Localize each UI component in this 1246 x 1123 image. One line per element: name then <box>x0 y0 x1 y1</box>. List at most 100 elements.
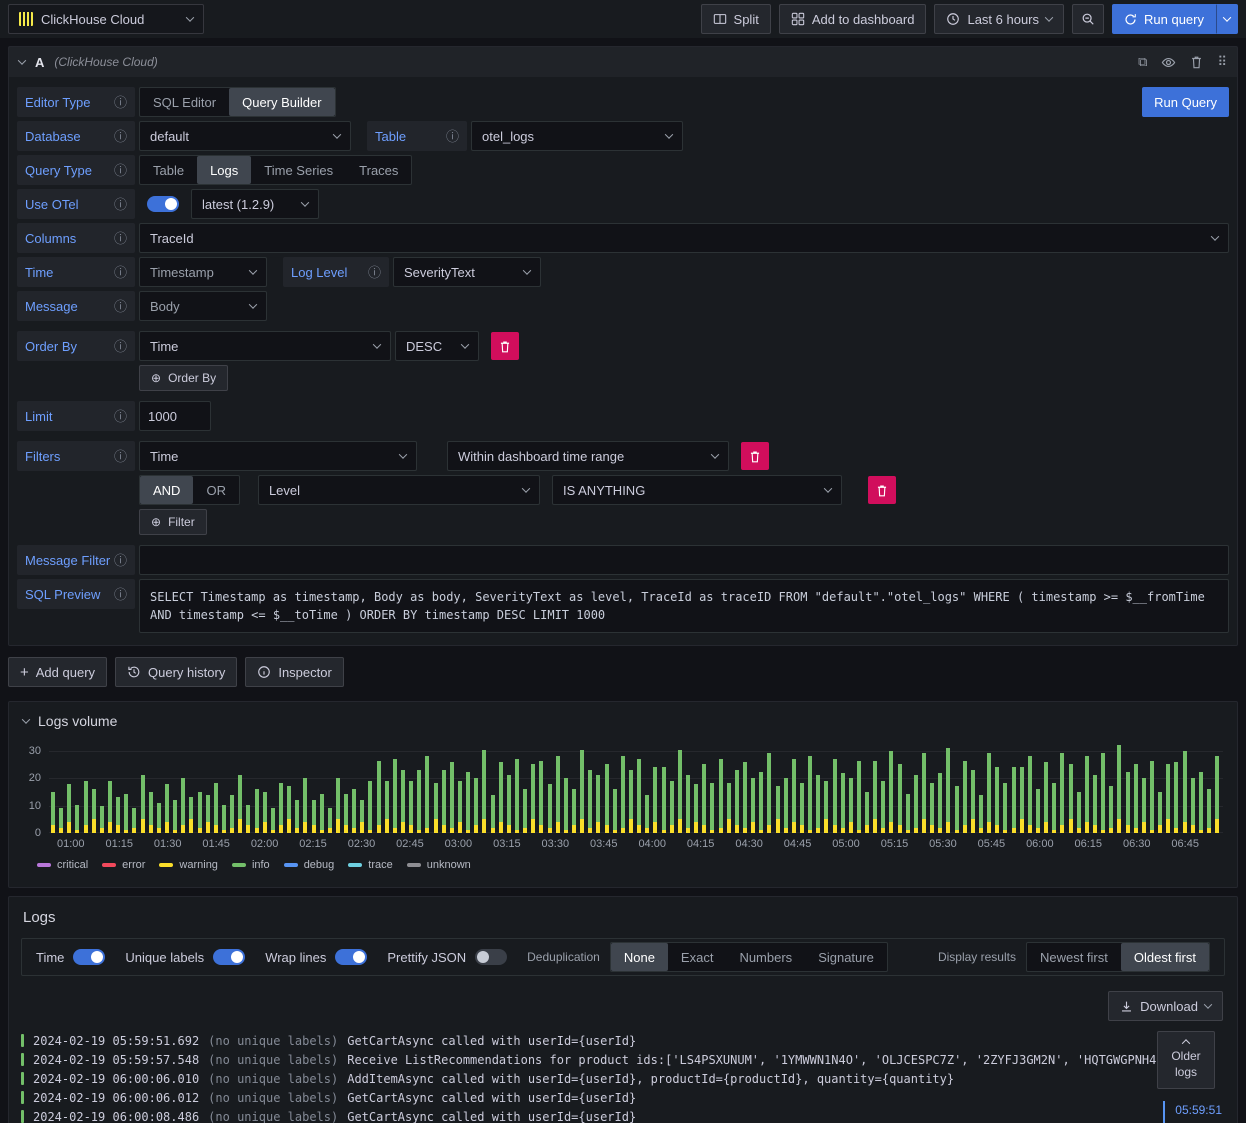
add-order-by-button[interactable]: ⊕ Order By <box>139 365 229 391</box>
run-query-dropdown[interactable] <box>1216 4 1238 34</box>
order-by-field-select[interactable]: Time <box>139 331 391 361</box>
option-none[interactable]: None <box>610 943 668 971</box>
volume-bar <box>889 750 894 833</box>
add-query-button[interactable]: + Add query <box>8 657 108 687</box>
option-signature[interactable]: Signature <box>805 943 887 971</box>
option-logs[interactable]: Logs <box>197 156 252 184</box>
duplicate-query-icon[interactable]: ⧉ <box>1138 54 1147 70</box>
deduplication-radio-group: None Exact Numbers Signature <box>609 942 888 972</box>
option-traces[interactable]: Traces <box>346 156 411 184</box>
info-icon[interactable]: ⓘ <box>114 232 127 245</box>
remove-condition-button[interactable] <box>867 476 896 504</box>
query-history-button[interactable]: Query history <box>115 657 238 687</box>
option-oldest-first[interactable]: Oldest first <box>1120 943 1209 971</box>
info-icon[interactable]: ⓘ <box>114 450 127 463</box>
volume-bar <box>1182 750 1187 833</box>
info-icon[interactable]: ⓘ <box>114 300 127 313</box>
wrap-lines-toggle[interactable] <box>335 949 368 965</box>
run-query-button[interactable]: Run query <box>1112 4 1216 34</box>
remove-filter-button[interactable] <box>741 442 769 470</box>
volume-bar <box>425 756 430 833</box>
info-icon[interactable]: ⓘ <box>368 266 381 279</box>
add-filter-button[interactable]: ⊕ Filter <box>139 509 207 535</box>
table-select[interactable]: otel_logs <box>471 121 683 151</box>
info-icon[interactable]: ⓘ <box>114 164 127 177</box>
legend-info[interactable]: info <box>231 859 270 871</box>
add-to-dashboard-button[interactable]: Add to dashboard <box>778 4 927 34</box>
info-icon[interactable]: ⓘ <box>114 266 127 279</box>
message-filter-input[interactable] <box>139 545 1229 575</box>
logs-title: Logs <box>23 909 56 926</box>
disable-query-eye-icon[interactable] <box>1161 55 1176 70</box>
use-otel-toggle[interactable] <box>147 196 179 212</box>
legend-unknown[interactable]: unknown <box>406 859 471 871</box>
run-query-inline-button[interactable]: Run Query <box>1142 87 1229 117</box>
log-level-select[interactable]: SeverityText <box>393 257 541 287</box>
remove-order-by-button[interactable] <box>491 332 519 360</box>
database-select[interactable]: default <box>139 121 351 151</box>
columns-row: Columns ⓘ TraceId <box>17 223 1229 253</box>
legend-critical[interactable]: critical <box>37 859 88 871</box>
unique-labels-toggle[interactable] <box>213 949 246 965</box>
drag-handle-icon[interactable]: ⠿ <box>1217 54 1227 70</box>
legend-error[interactable]: error <box>102 859 145 871</box>
log-row[interactable]: 2024-02-19 05:59:57.548 (no unique labels… <box>21 1050 1225 1069</box>
option-sql-editor[interactable]: SQL Editor <box>140 88 229 116</box>
log-row[interactable]: 2024-02-19 06:00:06.010 (no unique labels… <box>21 1069 1225 1088</box>
log-row[interactable]: 2024-02-19 05:59:51.692 (no unique labels… <box>21 1031 1225 1050</box>
split-button[interactable]: Split <box>700 4 771 34</box>
download-button[interactable]: Download <box>1108 991 1223 1021</box>
info-icon[interactable]: ⓘ <box>114 588 127 601</box>
run-query-split-button: Run query <box>1112 4 1238 34</box>
datasource-name: ClickHouse Cloud <box>41 11 145 27</box>
older-logs-button[interactable]: Older logs <box>1157 1031 1215 1090</box>
filter-operator-select[interactable]: Within dashboard time range <box>447 441 729 471</box>
volume-bar <box>140 775 145 833</box>
info-icon[interactable]: ⓘ <box>446 130 459 143</box>
info-icon[interactable]: ⓘ <box>114 554 127 567</box>
inspector-button[interactable]: Inspector <box>245 657 344 687</box>
log-labels: (no unique labels) <box>208 1109 339 1123</box>
time-range-picker[interactable]: Last 6 hours <box>934 4 1065 34</box>
x-tick: 04:45 <box>783 838 812 850</box>
option-time-series[interactable]: Time Series <box>251 156 346 184</box>
prettify-json-toggle[interactable] <box>475 949 508 965</box>
volume-bar <box>254 789 259 833</box>
x-tick: 02:30 <box>347 838 376 850</box>
option-numbers[interactable]: Numbers <box>726 943 805 971</box>
log-level-label: Log Level ⓘ <box>283 257 389 287</box>
order-by-direction-select[interactable]: DESC <box>395 331 479 361</box>
option-query-builder[interactable]: Query Builder <box>229 88 335 116</box>
filter-field-select[interactable]: Time <box>139 441 417 471</box>
volume-bar <box>230 794 235 833</box>
filter-level-operator-select[interactable]: IS ANYTHING <box>551 475 842 505</box>
option-table[interactable]: Table <box>140 156 197 184</box>
datasource-picker[interactable]: ClickHouse Cloud <box>8 4 204 34</box>
collapse-chevron-icon[interactable] <box>21 715 31 724</box>
message-column-select[interactable]: Body <box>139 291 267 321</box>
filter-level-field-select[interactable]: Level <box>257 475 540 505</box>
info-icon[interactable]: ⓘ <box>114 130 127 143</box>
info-icon[interactable]: ⓘ <box>114 410 127 423</box>
columns-select[interactable]: TraceId <box>139 223 1229 253</box>
option-newest-first[interactable]: Newest first <box>1027 943 1121 971</box>
info-icon[interactable]: ⓘ <box>114 198 127 211</box>
legend-trace[interactable]: trace <box>348 859 393 871</box>
zoom-out-button[interactable] <box>1072 4 1105 34</box>
option-exact[interactable]: Exact <box>668 943 727 971</box>
info-icon[interactable]: ⓘ <box>114 340 127 353</box>
collapse-chevron-icon[interactable] <box>17 56 27 65</box>
option-or[interactable]: OR <box>193 476 239 504</box>
info-icon[interactable]: ⓘ <box>114 96 127 109</box>
time-toggle[interactable] <box>73 949 106 965</box>
legend-debug[interactable]: debug <box>283 859 334 871</box>
time-column-select[interactable]: Timestamp <box>139 257 267 287</box>
log-row[interactable]: 2024-02-19 06:00:06.012 (no unique labels… <box>21 1088 1225 1107</box>
otel-version-select[interactable]: latest (1.2.9) <box>191 189 319 219</box>
limit-input[interactable] <box>139 401 211 431</box>
remove-query-trash-icon[interactable] <box>1190 55 1203 69</box>
x-tick: 03:45 <box>589 838 618 850</box>
legend-warning[interactable]: warning <box>159 859 218 871</box>
log-row[interactable]: 2024-02-19 06:00:08.486 (no unique labels… <box>21 1107 1225 1123</box>
option-and[interactable]: AND <box>140 476 194 504</box>
